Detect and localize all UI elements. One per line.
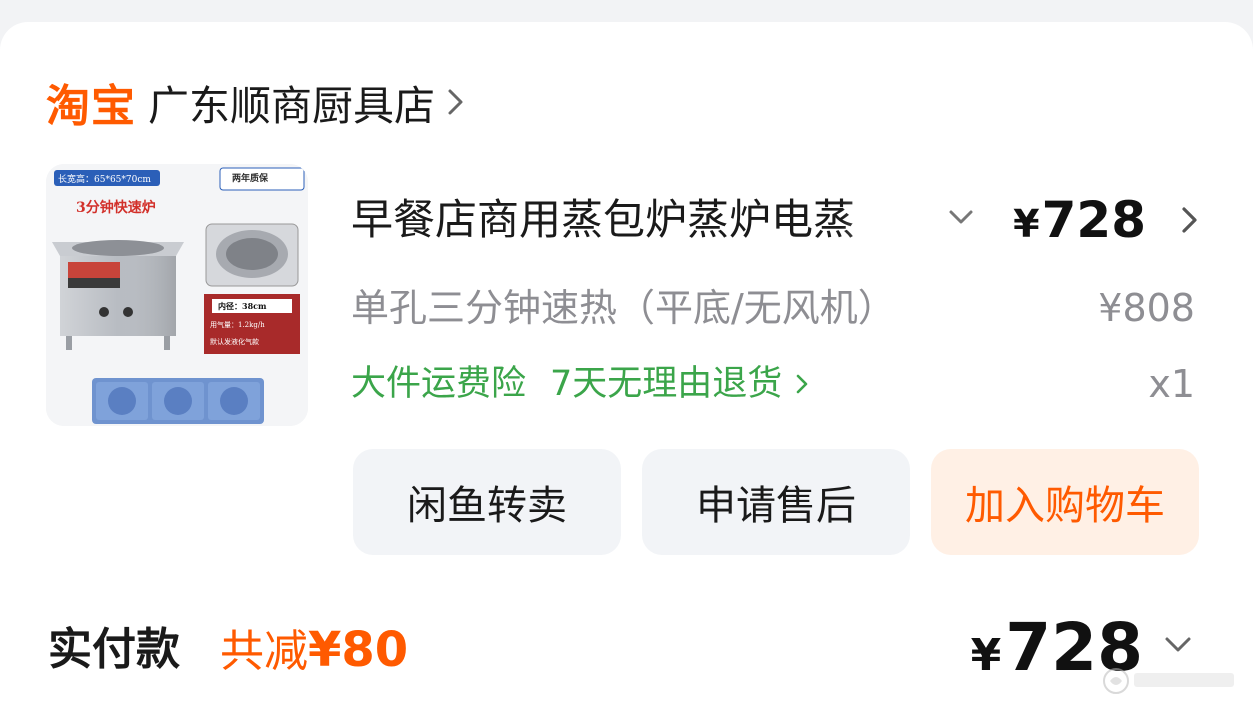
shop-header[interactable]: 淘宝 广东顺商厨具店 xyxy=(46,76,467,132)
original-price: ¥808 xyxy=(1098,286,1195,330)
shop-name[interactable]: 广东顺商厨具店 xyxy=(148,72,435,132)
service-tags[interactable]: 大件运费险 7天无理由退货 xyxy=(351,358,810,410)
chevron-right-icon xyxy=(796,374,808,394)
product-image-art: 长宽高：65*65*70cm 两年质保 3分钟快速炉 内径：38cm 用气量：1… xyxy=(46,164,308,426)
product-title[interactable]: 早餐店商用蒸包炉蒸炉电蒸 xyxy=(351,190,919,250)
total-symbol: ¥ xyxy=(970,630,1002,681)
discount-prefix: 共减 xyxy=(220,626,308,677)
product-spec: 单孔三分钟速热（平底/无风机） xyxy=(351,286,896,330)
chevron-right-icon[interactable] xyxy=(1179,204,1201,236)
chevron-right-icon xyxy=(448,89,463,115)
after-sale-button[interactable]: 申请售后 xyxy=(642,449,910,555)
product-price: ¥728 xyxy=(1013,190,1146,254)
discount-info: 共减¥80 xyxy=(220,618,408,684)
image-spec-3: 默认发液化气款 xyxy=(210,337,259,346)
image-badge-left-text: 长宽高：65*65*70cm xyxy=(58,173,151,185)
title-fade xyxy=(841,190,921,250)
service-row: 大件运费险 7天无理由退货 x1 xyxy=(351,358,1199,410)
spec-row: 单孔三分钟速热（平底/无风机） ¥808 xyxy=(351,280,1199,336)
chevron-down-icon[interactable] xyxy=(1162,634,1194,656)
paid-label: 实付款 xyxy=(48,624,180,675)
chevron-down-icon[interactable] xyxy=(947,206,975,228)
product-image[interactable]: 长宽高：65*65*70cm 两年质保 3分钟快速炉 内径：38cm 用气量：1… xyxy=(46,164,308,426)
image-badge-right-text: 两年质保 xyxy=(232,172,269,184)
price-value: 728 xyxy=(1041,191,1146,249)
image-headline: 3分钟快速炉 xyxy=(76,199,156,216)
product-title-row[interactable]: 早餐店商用蒸包炉蒸炉电蒸 ¥728 xyxy=(351,190,1201,250)
quantity: x1 xyxy=(1148,362,1195,406)
price-symbol: ¥ xyxy=(1013,202,1040,246)
image-spec-2: 用气量：1.2kg/h xyxy=(210,320,265,329)
discount-amount: ¥80 xyxy=(308,622,409,678)
resell-button[interactable]: 闲鱼转卖 xyxy=(353,449,621,555)
add-to-cart-button[interactable]: 加入购物车 xyxy=(931,449,1199,555)
image-spec-1: 内径：38cm xyxy=(218,301,267,311)
service-shipping-insurance: 大件运费险 xyxy=(351,364,527,404)
watermark-logo xyxy=(1103,668,1234,694)
service-free-return: 7天无理由退货 xyxy=(550,364,783,404)
taobao-logo: 淘宝 xyxy=(46,81,136,132)
